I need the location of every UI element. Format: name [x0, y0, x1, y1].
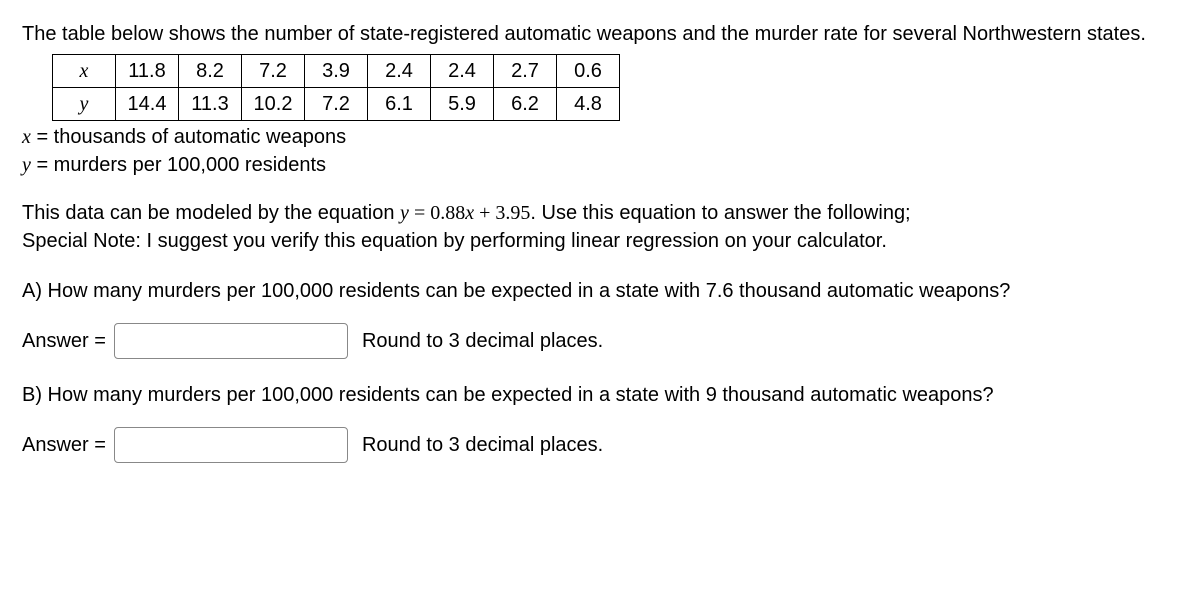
table-row: y 14.4 11.3 10.2 7.2 6.1 5.9 6.2 4.8 — [53, 88, 620, 121]
cell: 2.7 — [494, 55, 557, 88]
cell: 5.9 — [431, 88, 494, 121]
cell: 11.8 — [116, 55, 179, 88]
eq-period: . — [530, 202, 541, 224]
eq-b: + 3.95 — [474, 202, 530, 224]
answer-b-row: Answer = Round to 3 decimal places. — [22, 427, 1178, 463]
eq-a: 0.88 — [430, 202, 465, 224]
eq-eq: = — [409, 202, 430, 224]
table-row: x 11.8 8.2 7.2 3.9 2.4 2.4 2.7 0.6 — [53, 55, 620, 88]
cell: 4.8 — [557, 88, 620, 121]
answer-a-input[interactable] — [114, 323, 348, 359]
cell: 14.4 — [116, 88, 179, 121]
y-var: y — [22, 154, 31, 176]
cell: 8.2 — [179, 55, 242, 88]
cell: 10.2 — [242, 88, 305, 121]
model-prefix: This data can be modeled by the equation — [22, 202, 400, 224]
answer-a-row: Answer = Round to 3 decimal places. — [22, 323, 1178, 359]
cell: 2.4 — [431, 55, 494, 88]
model-suffix: Use this equation to answer the followin… — [542, 202, 911, 224]
answer-a-label: Answer = — [22, 327, 106, 355]
y-def: = murders per 100,000 residents — [31, 154, 326, 176]
cell: 3.9 — [305, 55, 368, 88]
answer-a-hint: Round to 3 decimal places. — [362, 327, 603, 355]
x-def: = thousands of automatic weapons — [31, 126, 346, 148]
intro-text: The table below shows the number of stat… — [22, 20, 1178, 48]
question-b: B) How many murders per 100,000 resident… — [22, 381, 1178, 409]
answer-b-label: Answer = — [22, 431, 106, 459]
eq-lhs: y — [400, 202, 409, 224]
cell: 0.6 — [557, 55, 620, 88]
variable-definitions: x = thousands of automatic weapons y = m… — [22, 123, 1178, 179]
row-x-label: x — [53, 55, 116, 88]
answer-b-input[interactable] — [114, 427, 348, 463]
cell: 11.3 — [179, 88, 242, 121]
row-y-label: y — [53, 88, 116, 121]
model-note: Special Note: I suggest you verify this … — [22, 230, 887, 252]
data-table: x 11.8 8.2 7.2 3.9 2.4 2.4 2.7 0.6 y 14.… — [52, 54, 620, 121]
model-paragraph: This data can be modeled by the equation… — [22, 199, 1178, 255]
cell: 7.2 — [305, 88, 368, 121]
answer-b-hint: Round to 3 decimal places. — [362, 431, 603, 459]
cell: 6.1 — [368, 88, 431, 121]
x-var: x — [22, 126, 31, 148]
cell: 2.4 — [368, 55, 431, 88]
cell: 7.2 — [242, 55, 305, 88]
eq-x: x — [465, 202, 474, 224]
question-a: A) How many murders per 100,000 resident… — [22, 277, 1178, 305]
cell: 6.2 — [494, 88, 557, 121]
